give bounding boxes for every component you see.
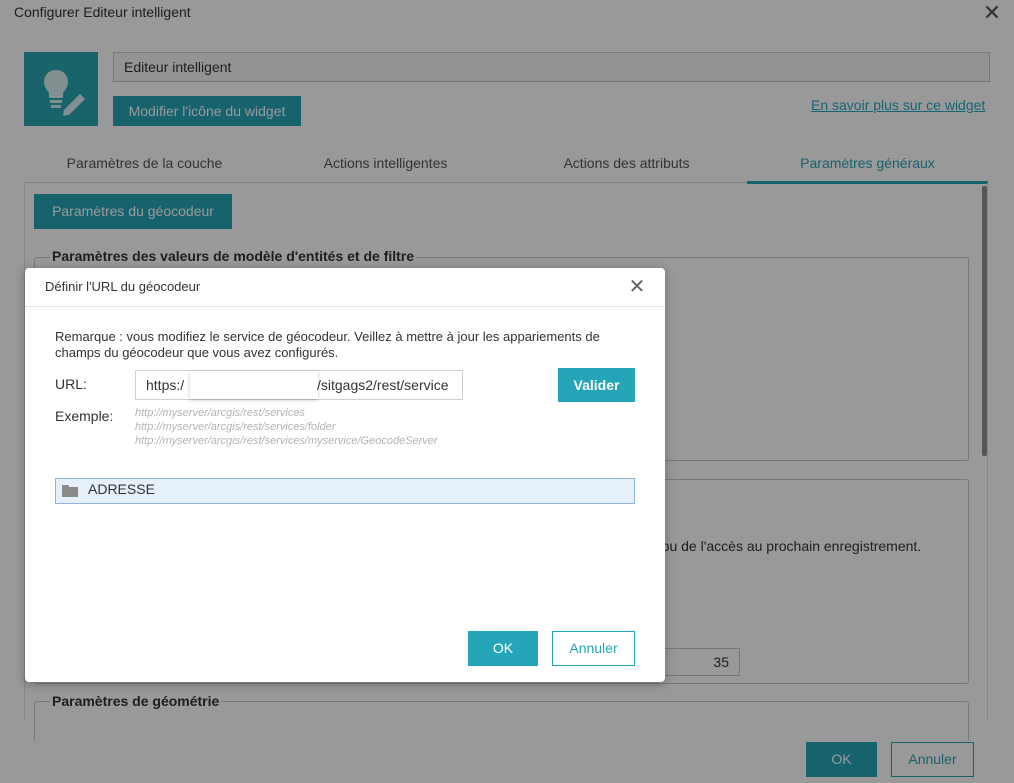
redaction-mask [190, 371, 318, 399]
modal-ok-button[interactable]: OK [468, 631, 538, 666]
geocoder-url-modal: Définir l'URL du géocodeur ✕ Remarque : … [25, 268, 665, 682]
url-label: URL: [55, 376, 87, 392]
modal-divider [25, 306, 665, 307]
folder-icon [62, 485, 78, 497]
modal-note: Remarque : vous modifiez le service de g… [55, 329, 600, 360]
modal-cancel-button[interactable]: Annuler [552, 631, 635, 666]
example-url: http://myserver/arcgis/rest/services/mys… [135, 435, 438, 447]
example-url: http://myserver/arcgis/rest/services/fol… [135, 421, 336, 433]
url-suffix: /sitgags2/rest/service [317, 377, 449, 393]
validate-button[interactable]: Valider [558, 368, 635, 402]
example-label: Exemple: [55, 408, 114, 424]
close-icon[interactable]: ✕ [625, 274, 649, 299]
service-list-item-label: ADRESSE [88, 481, 155, 497]
example-url: http://myserver/arcgis/rest/services [135, 407, 305, 419]
modal-title: Définir l'URL du géocodeur [45, 279, 201, 294]
service-list-item[interactable]: ADRESSE [55, 478, 635, 504]
url-prefix: https:/ [146, 377, 185, 393]
